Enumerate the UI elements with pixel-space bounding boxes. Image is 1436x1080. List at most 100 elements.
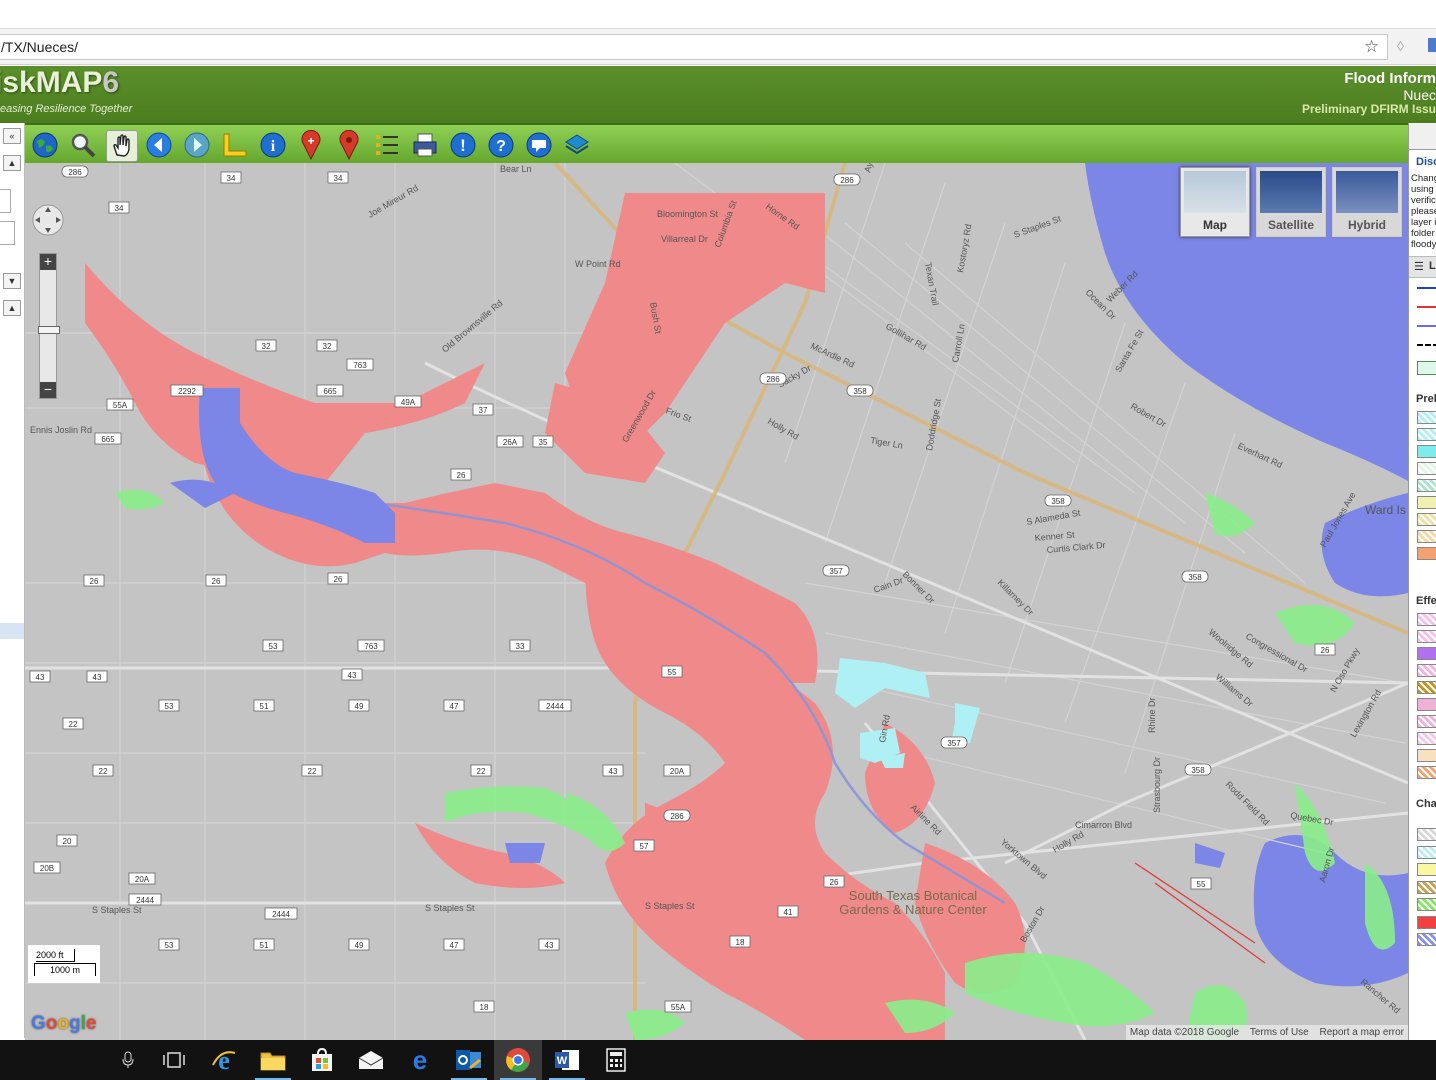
street-label: Ennis Joslin Rd [30, 425, 92, 435]
street-label: S Staples St [425, 903, 475, 913]
route-shield: 53 [262, 639, 284, 652]
legend-swatch [1417, 715, 1436, 728]
route-shield: 49A [394, 395, 422, 408]
street-label: W Point Rd [575, 259, 621, 269]
panel-input[interactable] [0, 189, 11, 213]
address-bar[interactable]: /TX/Nueces/ [0, 34, 1388, 60]
legend-list-icon[interactable] [372, 130, 402, 160]
route-shield: 665 [316, 384, 344, 397]
terms-link[interactable]: Terms of Use [1250, 1027, 1309, 1038]
svg-text:22: 22 [308, 767, 317, 776]
header-status: Preliminary DFIRM Issu [1301, 102, 1436, 116]
print-icon[interactable] [410, 130, 440, 160]
route-shield: 286 [759, 372, 787, 385]
legend-swatch [1417, 933, 1436, 946]
route-shield: 32 [316, 339, 338, 352]
chrome-icon[interactable] [494, 1040, 542, 1080]
street-label: Cimarron Blvd [1075, 820, 1132, 830]
pan-control[interactable] [31, 203, 65, 237]
zoom-icon[interactable] [68, 130, 98, 160]
route-shield: 26 [83, 574, 105, 587]
svg-text:55: 55 [1197, 880, 1206, 889]
street-label: Bear Ln [500, 164, 532, 174]
collapse-panel-button[interactable]: « [3, 128, 21, 144]
alert-icon[interactable]: ! [448, 130, 478, 160]
dropdown-button[interactable]: ▼ [3, 273, 21, 289]
route-shield: 2292 [170, 384, 204, 397]
svg-text:26: 26 [1321, 646, 1330, 655]
svg-text:49: 49 [355, 941, 364, 950]
edge-icon[interactable]: e [396, 1040, 444, 1080]
legend-tab[interactable]: ☰ L [1409, 256, 1436, 278]
layers-icon[interactable] [562, 130, 592, 160]
map-type-hybrid-button[interactable]: Hybrid [1332, 167, 1402, 237]
bookmark-star-icon[interactable]: ☆ [1364, 37, 1379, 57]
route-shield: 20A [128, 872, 156, 885]
measure-ruler-icon[interactable] [220, 130, 250, 160]
route-shield: 34 [220, 171, 242, 184]
svg-text:55A: 55A [671, 1003, 686, 1012]
svg-text:286: 286 [68, 168, 82, 177]
legend-swatch [1417, 496, 1436, 509]
zoom-handle[interactable] [38, 326, 60, 334]
mail-icon[interactable] [347, 1040, 395, 1080]
scroll-up-button[interactable]: ▲ [3, 155, 21, 171]
zoom-in-button[interactable]: + [40, 254, 56, 270]
map-type-satellite-button[interactable]: Satellite [1256, 167, 1326, 237]
task-view-icon[interactable] [150, 1040, 198, 1080]
svg-text:26: 26 [457, 471, 466, 480]
legend-swatch [1417, 766, 1436, 779]
map-canvas[interactable]: South Texas Botanical Gardens & Nature C… [25, 163, 1408, 1040]
help-icon[interactable]: ? [486, 130, 516, 160]
ie-icon[interactable]: e [200, 1040, 248, 1080]
microphone-icon[interactable] [104, 1040, 152, 1080]
legend-area-swatch [1417, 361, 1436, 375]
route-shield: 358 [846, 384, 874, 397]
svg-text:e: e [218, 1047, 230, 1073]
street-label: Strasbourg Dr [1152, 757, 1162, 813]
legend-swatch [1417, 845, 1436, 859]
report-error-link[interactable]: Report a map error [1320, 1027, 1404, 1038]
disclaimer-title: Disc [1416, 156, 1436, 168]
zoom-slider[interactable]: + − [38, 253, 60, 399]
route-shield: 358 [1181, 570, 1209, 583]
extension-icon[interactable] [1428, 38, 1436, 52]
svg-text:i: i [271, 138, 276, 155]
street-label: Bloomington St [657, 209, 719, 219]
word-icon[interactable]: W [543, 1040, 591, 1080]
google-logo: Google [31, 1013, 97, 1034]
scroll-up-button[interactable]: ▲ [3, 300, 21, 316]
forward-arrow-icon[interactable] [182, 130, 212, 160]
svg-text:358: 358 [1191, 766, 1205, 775]
route-shield: 26 [327, 572, 349, 585]
globe-icon[interactable] [30, 130, 60, 160]
file-explorer-icon[interactable] [249, 1040, 297, 1080]
svg-text:22: 22 [477, 767, 486, 776]
disclaimer-line: please [1411, 206, 1436, 217]
store-icon[interactable] [298, 1040, 346, 1080]
selected-row[interactable] [0, 623, 24, 639]
legend-swatch [1417, 681, 1436, 694]
pan-hand-icon[interactable] [106, 130, 138, 162]
route-shield: 53 [158, 938, 180, 951]
svg-text:2444: 2444 [136, 896, 154, 905]
street-label: Villarreal Dr [661, 234, 708, 244]
svg-text:20A: 20A [670, 767, 685, 776]
outlook-icon[interactable] [445, 1040, 493, 1080]
route-shield: 57 [633, 839, 655, 852]
map-type-map-button[interactable]: Map [1180, 167, 1250, 237]
route-shield: 358 [1044, 494, 1072, 507]
panel-button[interactable] [0, 221, 15, 245]
svg-text:W: W [557, 1055, 568, 1067]
back-arrow-icon[interactable] [144, 130, 174, 160]
route-shield: 357 [940, 736, 968, 749]
info-icon[interactable]: i [258, 130, 288, 160]
route-shield: 286 [663, 809, 691, 822]
marker-icon[interactable] [334, 130, 364, 160]
zoom-out-button[interactable]: − [40, 382, 56, 398]
extension-icon[interactable]: ◊ [1397, 38, 1404, 54]
legend-swatch [1417, 828, 1436, 841]
feedback-icon[interactable] [524, 130, 554, 160]
add-marker-icon[interactable]: + [296, 130, 326, 160]
calculator-icon[interactable] [592, 1040, 640, 1080]
